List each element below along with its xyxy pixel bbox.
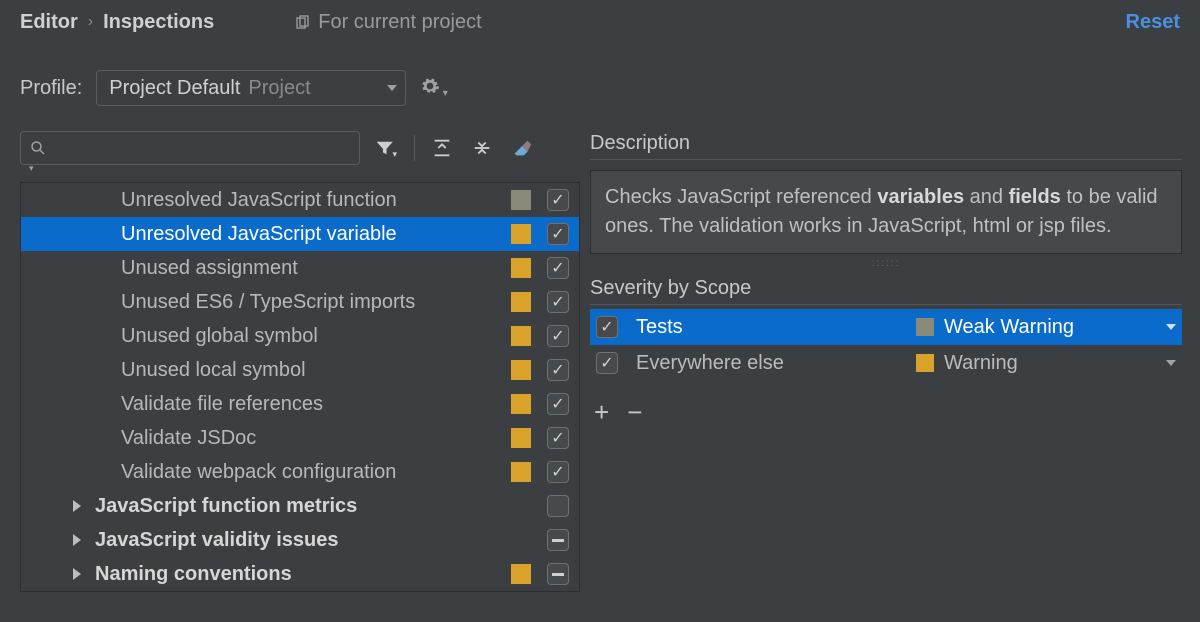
inspection-row[interactable]: Unresolved JavaScript function (21, 183, 579, 217)
scope-checkbox[interactable] (596, 316, 618, 338)
inspection-row[interactable]: Unused assignment (21, 251, 579, 285)
profile-label: Profile: (20, 77, 82, 100)
inspections-tree[interactable]: Unresolved JavaScript function Unresolved… (20, 182, 580, 592)
severity-indicator (511, 190, 531, 210)
inspection-row[interactable]: Validate file references (21, 387, 579, 421)
severity-color-icon (916, 318, 934, 336)
inspection-checkbox[interactable] (547, 529, 569, 551)
for-current-project-label: For current project (294, 11, 481, 34)
severity-scope-table: Tests Weak Warning Everywhere else Warning (590, 309, 1182, 381)
eraser-icon[interactable] (509, 135, 535, 161)
severity-indicator (511, 462, 531, 482)
severity-indicator (511, 496, 531, 516)
inspection-checkbox[interactable] (547, 189, 569, 211)
chevron-down-icon (387, 85, 397, 91)
inspection-row[interactable]: Unused local symbol (21, 353, 579, 387)
inspection-checkbox[interactable] (547, 427, 569, 449)
inspection-name: Unused global symbol (121, 325, 511, 348)
inspection-name: JavaScript function metrics (95, 495, 511, 518)
chevron-down-icon (1166, 360, 1176, 366)
severity-title: Severity by Scope (590, 277, 1182, 305)
severity-select[interactable]: Weak Warning (916, 316, 1176, 339)
expand-all-icon[interactable] (429, 135, 455, 161)
inspection-row[interactable]: Unused ES6 / TypeScript imports (21, 285, 579, 319)
severity-indicator (511, 428, 531, 448)
severity-indicator (511, 326, 531, 346)
severity-indicator (511, 224, 531, 244)
filter-icon[interactable]: ▾ (374, 135, 400, 161)
scope-checkbox[interactable] (596, 352, 618, 374)
copy-icon (294, 14, 310, 30)
inspection-name: JavaScript validity issues (95, 529, 511, 552)
inspection-checkbox[interactable] (547, 461, 569, 483)
inspection-name: Unused assignment (121, 257, 511, 280)
breadcrumb: Editor › Inspections (20, 11, 214, 34)
description-title: Description (590, 132, 1182, 160)
severity-color-icon (916, 354, 934, 372)
search-input[interactable]: ▾ (20, 131, 360, 165)
severity-indicator (511, 564, 531, 584)
scope-name: Tests (628, 316, 906, 339)
scope-row[interactable]: Tests Weak Warning (590, 309, 1182, 345)
breadcrumb-item[interactable]: Editor (20, 11, 78, 34)
breadcrumb-item[interactable]: Inspections (103, 11, 214, 34)
inspection-checkbox[interactable] (547, 325, 569, 347)
severity-indicator (511, 394, 531, 414)
inspection-checkbox[interactable] (547, 359, 569, 381)
inspection-row[interactable]: Naming conventions (21, 557, 579, 591)
collapse-all-icon[interactable] (469, 135, 495, 161)
inspection-name: Validate webpack configuration (121, 461, 511, 484)
inspection-name: Unresolved JavaScript function (121, 189, 511, 212)
chevron-right-icon: › (88, 13, 93, 31)
severity-indicator (511, 360, 531, 380)
gear-icon[interactable]: ▾ (420, 76, 447, 101)
inspection-checkbox[interactable] (547, 223, 569, 245)
inspection-name: Validate JSDoc (121, 427, 511, 450)
profile-select[interactable]: Project Default Project (96, 70, 406, 106)
expand-arrow-icon[interactable] (73, 534, 81, 546)
inspection-name: Validate file references (121, 393, 511, 416)
resize-handle-icon[interactable]: :::::: (590, 254, 1182, 273)
inspection-name: Unresolved JavaScript variable (121, 223, 511, 246)
inspection-row[interactable]: Unused global symbol (21, 319, 579, 353)
inspection-row[interactable]: JavaScript validity issues (21, 523, 579, 557)
severity-indicator (511, 292, 531, 312)
inspection-row[interactable]: Unresolved JavaScript variable (21, 217, 579, 251)
remove-scope-button[interactable]: − (627, 397, 642, 428)
inspection-checkbox[interactable] (547, 393, 569, 415)
scope-name: Everywhere else (628, 352, 906, 375)
inspection-row[interactable]: JavaScript function metrics (21, 489, 579, 523)
inspection-checkbox[interactable] (547, 257, 569, 279)
search-icon: ▾ (29, 139, 47, 157)
inspection-checkbox[interactable] (547, 291, 569, 313)
severity-indicator (511, 258, 531, 278)
inspection-row[interactable]: Validate webpack configuration (21, 455, 579, 489)
inspection-checkbox[interactable] (547, 563, 569, 585)
scope-row[interactable]: Everywhere else Warning (590, 345, 1182, 381)
inspection-name: Unused ES6 / TypeScript imports (121, 291, 511, 314)
reset-link[interactable]: Reset (1126, 11, 1180, 34)
chevron-down-icon (1166, 324, 1176, 330)
add-scope-button[interactable]: + (594, 397, 609, 428)
inspection-name: Naming conventions (95, 563, 511, 586)
expand-arrow-icon[interactable] (73, 500, 81, 512)
severity-select[interactable]: Warning (916, 352, 1176, 375)
inspection-row[interactable]: Validate JSDoc (21, 421, 579, 455)
inspection-checkbox[interactable] (547, 495, 569, 517)
severity-indicator (511, 530, 531, 550)
expand-arrow-icon[interactable] (73, 568, 81, 580)
inspection-name: Unused local symbol (121, 359, 511, 382)
description-text: Checks JavaScript referenced variables a… (590, 170, 1182, 254)
